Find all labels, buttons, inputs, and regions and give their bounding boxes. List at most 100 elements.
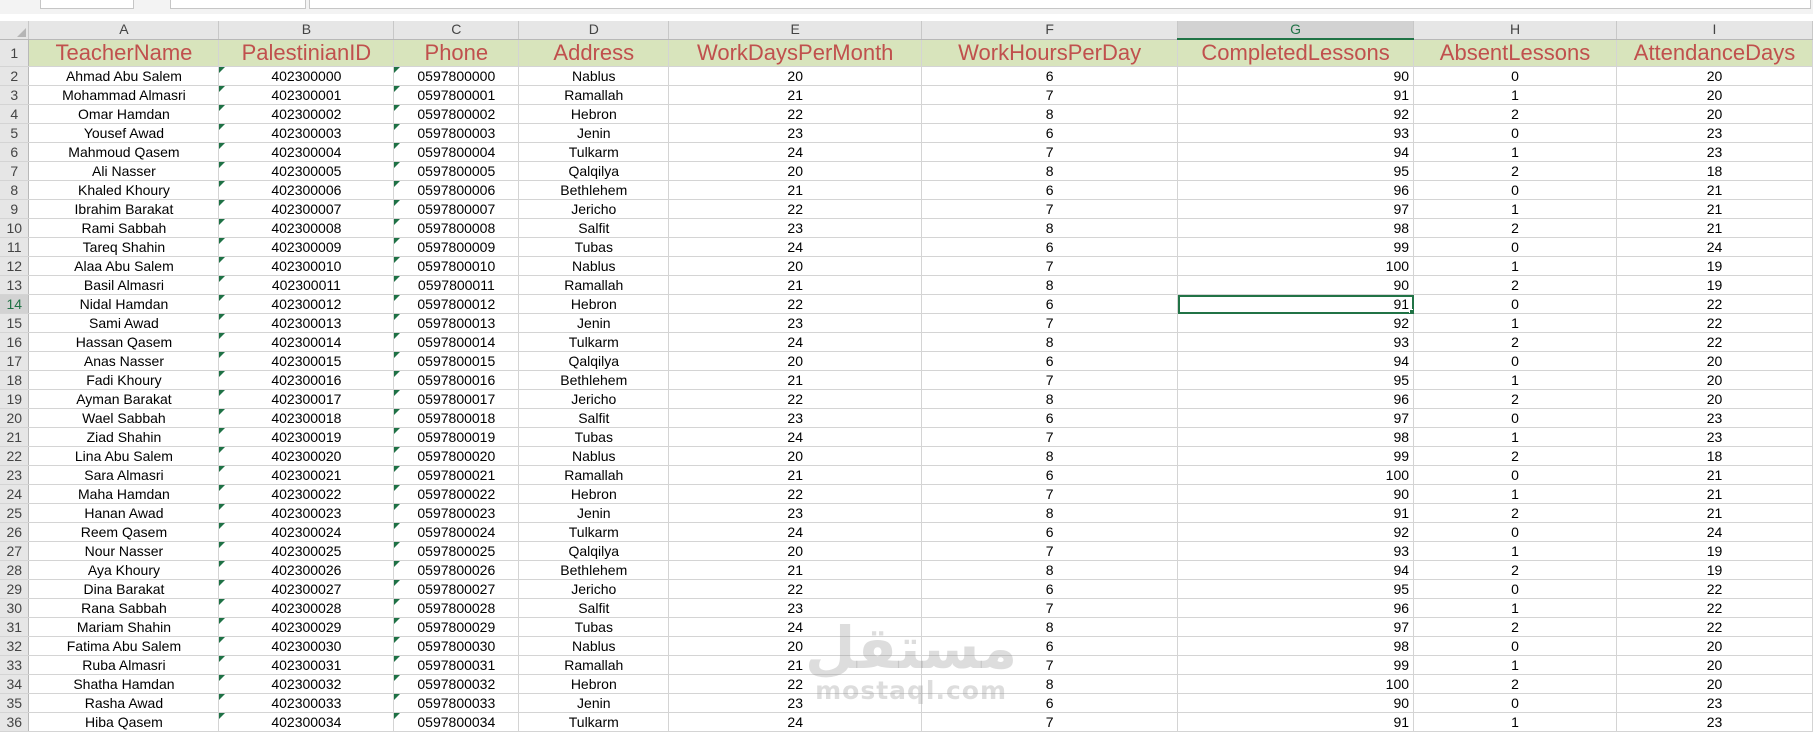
address-cell[interactable]: Nablus — [518, 446, 670, 466]
attendance-days-cell[interactable]: 23 — [1616, 142, 1813, 162]
work-days-cell[interactable]: 22 — [668, 199, 923, 219]
completed-lessons-cell[interactable]: 90 — [1177, 693, 1415, 713]
completed-lessons-cell[interactable]: 100 — [1177, 256, 1415, 276]
absent-lessons-cell[interactable]: 0 — [1413, 636, 1617, 656]
header-cell-phone[interactable]: Phone — [393, 39, 520, 67]
work-hours-cell[interactable]: 7 — [921, 256, 1179, 276]
header-cell-work-days[interactable]: WorkDaysPerMonth — [668, 39, 923, 67]
teacher-name-cell[interactable]: Tareq Shahin — [28, 237, 220, 257]
teacher-name-cell[interactable]: Reem Qasem — [28, 522, 220, 542]
row-header[interactable]: 20 — [0, 408, 30, 428]
row-header[interactable]: 4 — [0, 104, 30, 124]
attendance-days-cell[interactable]: 20 — [1616, 351, 1813, 371]
attendance-days-cell[interactable]: 21 — [1616, 465, 1813, 485]
work-hours-cell[interactable]: 7 — [921, 427, 1179, 447]
phone-cell[interactable]: 0597800032 — [393, 674, 520, 694]
palestinian-id-cell[interactable]: 402300029 — [218, 617, 395, 637]
completed-lessons-cell[interactable]: 96 — [1177, 180, 1415, 200]
address-cell[interactable]: Bethlehem — [518, 560, 670, 580]
work-days-cell[interactable]: 22 — [668, 104, 923, 124]
row-header[interactable]: 31 — [0, 617, 30, 637]
completed-lessons-cell[interactable]: 99 — [1177, 237, 1415, 257]
completed-lessons-cell[interactable]: 91 — [1177, 503, 1415, 523]
work-days-cell[interactable]: 24 — [668, 617, 923, 637]
teacher-name-cell[interactable]: Omar Hamdan — [28, 104, 220, 124]
absent-lessons-cell[interactable]: 1 — [1413, 142, 1617, 162]
address-cell[interactable]: Jericho — [518, 199, 670, 219]
completed-lessons-cell[interactable]: 90 — [1177, 275, 1415, 295]
teacher-name-cell[interactable]: Rana Sabbah — [28, 598, 220, 618]
teacher-name-cell[interactable]: Basil Almasri — [28, 275, 220, 295]
address-cell[interactable]: Salfit — [518, 408, 670, 428]
work-hours-cell[interactable]: 6 — [921, 351, 1179, 371]
row-header[interactable]: 2 — [0, 66, 30, 86]
work-days-cell[interactable]: 23 — [668, 123, 923, 143]
address-cell[interactable]: Tulkarm — [518, 332, 670, 352]
work-days-cell[interactable]: 20 — [668, 446, 923, 466]
name-box[interactable] — [40, 0, 134, 9]
work-days-cell[interactable]: 21 — [668, 655, 923, 675]
row-header[interactable]: 23 — [0, 465, 30, 485]
teacher-name-cell[interactable]: Ali Nasser — [28, 161, 220, 181]
absent-lessons-cell[interactable]: 2 — [1413, 560, 1617, 580]
work-hours-cell[interactable]: 8 — [921, 161, 1179, 181]
header-cell-absent-lessons[interactable]: AbsentLessons — [1413, 39, 1617, 67]
completed-lessons-cell[interactable]: 97 — [1177, 408, 1415, 428]
work-hours-cell[interactable]: 8 — [921, 617, 1179, 637]
teacher-name-cell[interactable]: Wael Sabbah — [28, 408, 220, 428]
absent-lessons-cell[interactable]: 1 — [1413, 484, 1617, 504]
absent-lessons-cell[interactable]: 0 — [1413, 180, 1617, 200]
teacher-name-cell[interactable]: Nidal Hamdan — [28, 294, 220, 314]
column-header-a[interactable]: A — [28, 21, 220, 40]
work-hours-cell[interactable]: 6 — [921, 693, 1179, 713]
work-hours-cell[interactable]: 8 — [921, 503, 1179, 523]
address-cell[interactable]: Tubas — [518, 427, 670, 447]
row-header[interactable]: 24 — [0, 484, 30, 504]
teacher-name-cell[interactable]: Mohammad Almasri — [28, 85, 220, 105]
completed-lessons-cell[interactable]: 95 — [1177, 161, 1415, 181]
address-cell[interactable]: Jenin — [518, 313, 670, 333]
teacher-name-cell[interactable]: Rami Sabbah — [28, 218, 220, 238]
palestinian-id-cell[interactable]: 402300014 — [218, 332, 395, 352]
work-hours-cell[interactable]: 6 — [921, 579, 1179, 599]
column-header-i[interactable]: I — [1616, 21, 1813, 40]
address-cell[interactable]: Ramallah — [518, 85, 670, 105]
row-header[interactable]: 13 — [0, 275, 30, 295]
absent-lessons-cell[interactable]: 1 — [1413, 541, 1617, 561]
palestinian-id-cell[interactable]: 402300030 — [218, 636, 395, 656]
attendance-days-cell[interactable]: 20 — [1616, 370, 1813, 390]
completed-lessons-cell[interactable]: 100 — [1177, 465, 1415, 485]
absent-lessons-cell[interactable]: 1 — [1413, 427, 1617, 447]
header-cell-work-hours[interactable]: WorkHoursPerDay — [921, 39, 1179, 67]
completed-lessons-cell[interactable]: 97 — [1177, 617, 1415, 637]
work-days-cell[interactable]: 21 — [668, 275, 923, 295]
row-header[interactable]: 1 — [0, 39, 30, 67]
completed-lessons-cell[interactable]: 90 — [1177, 484, 1415, 504]
header-cell-teacher-name[interactable]: TeacherName — [28, 39, 220, 67]
row-header[interactable]: 22 — [0, 446, 30, 466]
teacher-name-cell[interactable]: Khaled Khoury — [28, 180, 220, 200]
phone-cell[interactable]: 0597800034 — [393, 712, 520, 732]
teacher-name-cell[interactable]: Lina Abu Salem — [28, 446, 220, 466]
attendance-days-cell[interactable]: 21 — [1616, 484, 1813, 504]
phone-cell[interactable]: 0597800003 — [393, 123, 520, 143]
palestinian-id-cell[interactable]: 402300027 — [218, 579, 395, 599]
work-hours-cell[interactable]: 7 — [921, 541, 1179, 561]
work-days-cell[interactable]: 21 — [668, 85, 923, 105]
completed-lessons-cell[interactable]: 90 — [1177, 66, 1415, 86]
palestinian-id-cell[interactable]: 402300026 — [218, 560, 395, 580]
completed-lessons-cell[interactable]: 95 — [1177, 370, 1415, 390]
completed-lessons-cell[interactable]: 96 — [1177, 389, 1415, 409]
work-days-cell[interactable]: 20 — [668, 256, 923, 276]
row-header[interactable]: 29 — [0, 579, 30, 599]
address-cell[interactable]: Nablus — [518, 256, 670, 276]
teacher-name-cell[interactable]: Ruba Almasri — [28, 655, 220, 675]
attendance-days-cell[interactable]: 20 — [1616, 655, 1813, 675]
attendance-days-cell[interactable]: 22 — [1616, 294, 1813, 314]
phone-cell[interactable]: 0597800015 — [393, 351, 520, 371]
palestinian-id-cell[interactable]: 402300010 — [218, 256, 395, 276]
work-hours-cell[interactable]: 7 — [921, 199, 1179, 219]
work-hours-cell[interactable]: 6 — [921, 294, 1179, 314]
row-header[interactable]: 12 — [0, 256, 30, 276]
work-hours-cell[interactable]: 7 — [921, 598, 1179, 618]
